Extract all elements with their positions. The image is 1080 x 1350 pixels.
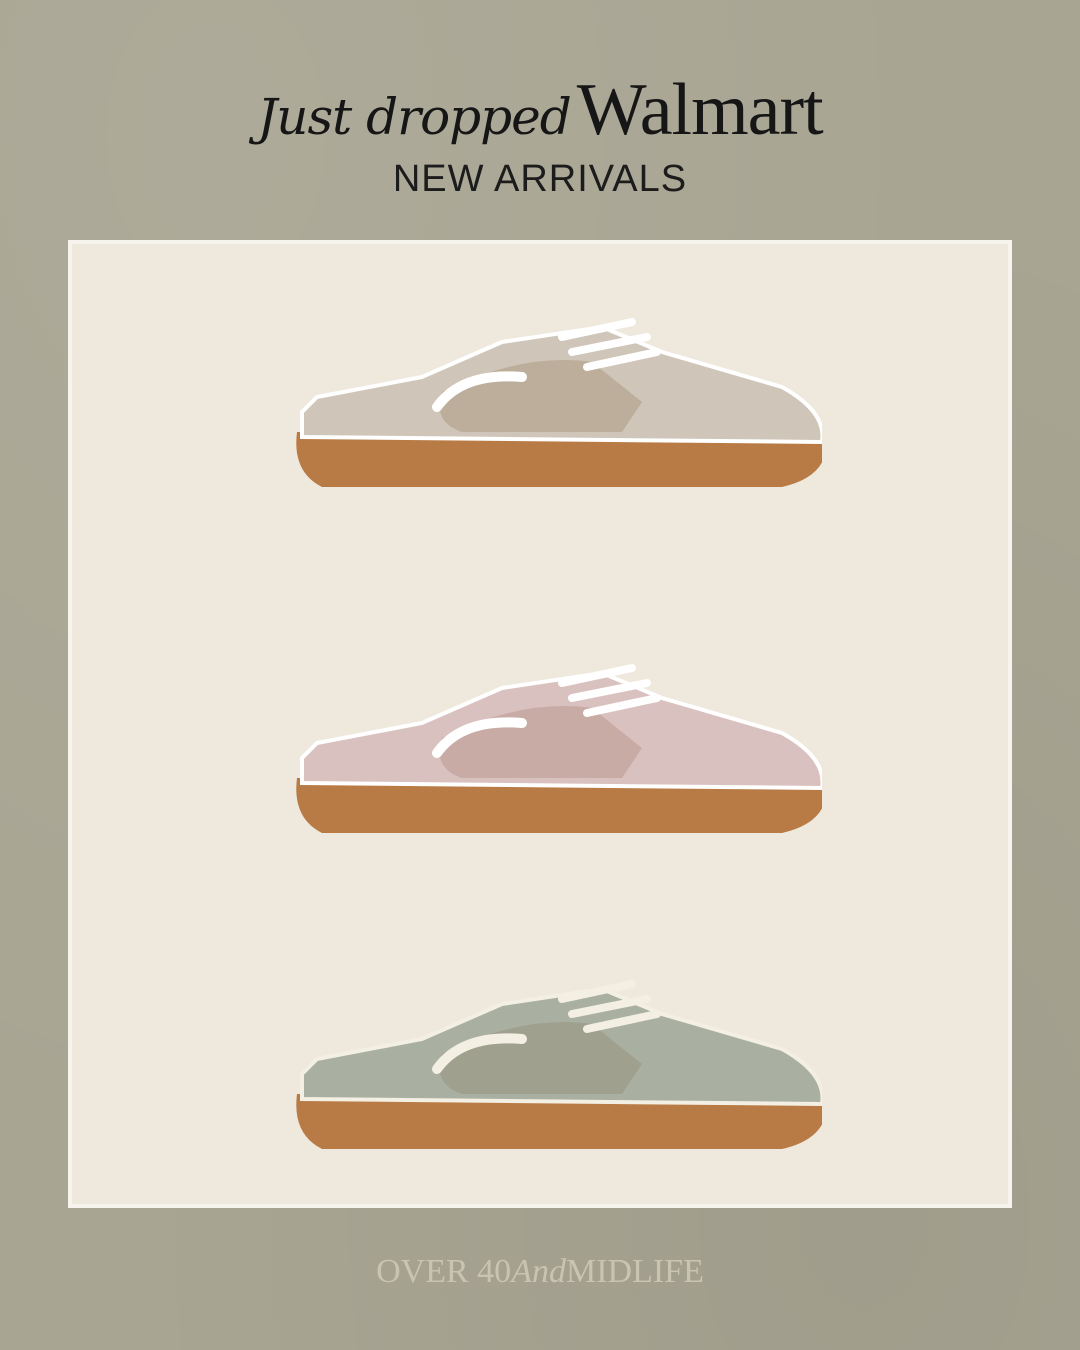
title-script-text: Just dropped — [257, 88, 572, 146]
product-card — [68, 240, 1012, 1208]
header: Just droppedWalmart NEW ARRIVALS — [0, 60, 1080, 230]
watermark-left: OVER 40 — [376, 1253, 512, 1290]
product-image-blush-shoe[interactable] — [72, 628, 1008, 848]
shoe-graphic — [296, 664, 822, 833]
product-image-taupe-shoe[interactable] — [72, 282, 1008, 502]
shoe-graphic — [296, 980, 822, 1149]
title: Just droppedWalmart — [0, 68, 1080, 153]
watermark: OVER 40AndMIDLIFE — [0, 1253, 1080, 1291]
subtitle: NEW ARRIVALS — [392, 158, 688, 200]
title-brand-text: Walmart — [576, 69, 824, 151]
watermark-middle: And — [511, 1253, 566, 1290]
page-background: Just droppedWalmart NEW ARRIVALS OVER 40… — [0, 0, 1080, 1350]
watermark-right: MIDLIFE — [565, 1253, 704, 1290]
shoe-graphic — [296, 318, 822, 487]
product-image-sage-shoe[interactable] — [72, 944, 1008, 1164]
